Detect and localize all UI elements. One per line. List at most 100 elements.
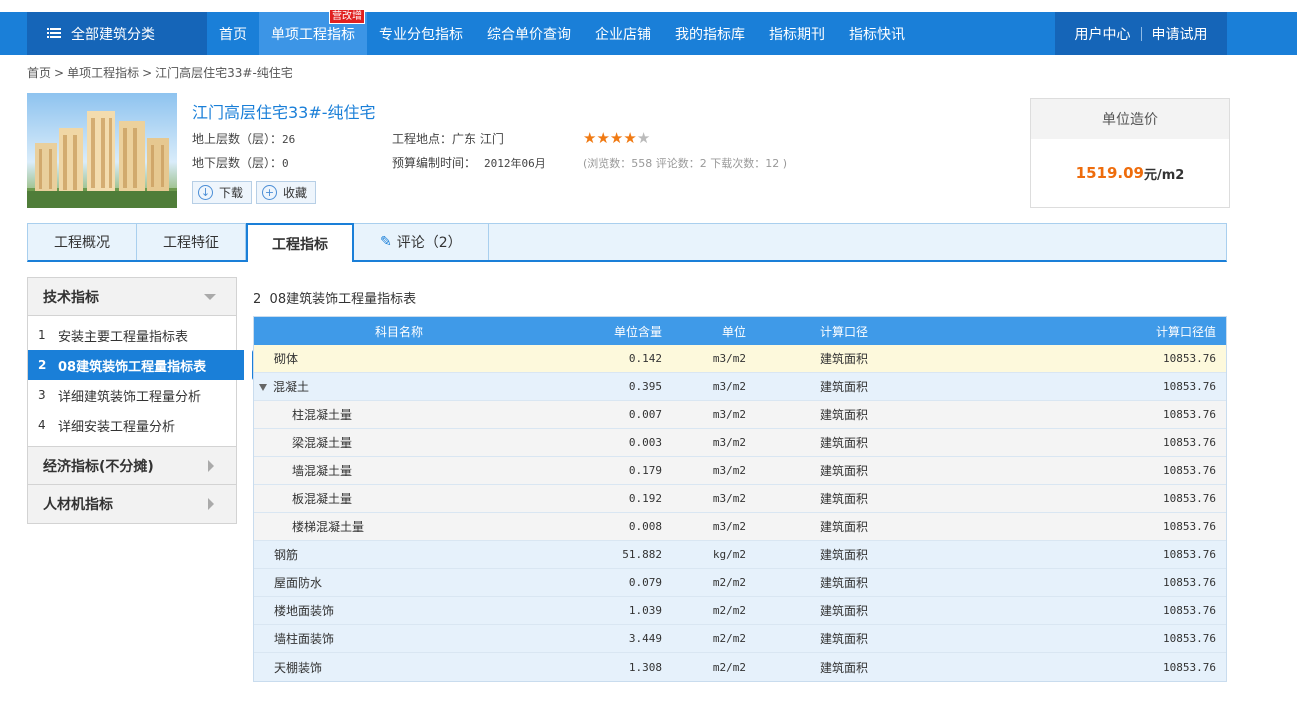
cell-value: 10853.76 xyxy=(1163,632,1216,645)
tech-index-header[interactable]: 技术指标 xyxy=(28,278,236,316)
sidebar-item-2[interactable]: 2 08建筑装饰工程量指标表 xyxy=(28,350,244,380)
cell-name: 屋面防水 xyxy=(254,574,544,591)
nav-badge: 营改增 xyxy=(329,9,365,24)
cell-basis: 建筑面积 xyxy=(820,548,869,562)
nav-item-6[interactable]: 指标期刊 xyxy=(757,12,837,55)
cell-value: 10853.76 xyxy=(1163,464,1216,477)
cell-name-text: 楼地面装饰 xyxy=(274,604,335,618)
sidebar-item-4[interactable]: 4 详细安装工程量分析 xyxy=(28,410,236,440)
cell-value: 10853.76 xyxy=(1163,548,1216,561)
table-row[interactable]: 屋面防水 0.079 m2/m2 建筑面积 10853.76 xyxy=(254,569,1226,597)
cell-value: 10853.76 xyxy=(1163,604,1216,617)
table-title-text: 08建筑装饰工程量指标表 xyxy=(269,292,417,307)
nav-item-4[interactable]: 企业店铺 xyxy=(583,12,663,55)
star-icon: ★ xyxy=(623,129,637,147)
nav-item-7[interactable]: 指标快讯 xyxy=(837,12,917,55)
tab-label: 评论（2） xyxy=(396,235,462,251)
cell-unit: m3/m2 xyxy=(712,464,746,477)
table-row[interactable]: 墙混凝土量 0.179 m3/m2 建筑面积 10853.76 xyxy=(254,457,1226,485)
nav-item-5[interactable]: 我的指标库 xyxy=(663,12,757,55)
expand-triangle-icon[interactable] xyxy=(259,384,267,391)
chevron-down-icon xyxy=(204,294,216,300)
below-floors: 地下层数（层）：0 xyxy=(192,154,289,171)
nav-item-label: 指标快讯 xyxy=(849,26,905,43)
cell-name: 混凝土 xyxy=(254,378,544,395)
cell-unit: kg/m2 xyxy=(712,548,746,561)
sidebar-item-1[interactable]: 1 安装主要工程量指标表 xyxy=(28,320,236,350)
cell-name: 墙柱面装饰 xyxy=(254,630,544,647)
nav-item-2[interactable]: 专业分包指标 xyxy=(367,12,475,55)
breadcrumb-home[interactable]: 首页 xyxy=(27,66,51,80)
table-row[interactable]: 板混凝土量 0.192 m3/m2 建筑面积 10853.76 xyxy=(254,485,1226,513)
cell-name: 天棚装饰 xyxy=(254,659,544,676)
favorite-label: 收藏 xyxy=(283,186,308,200)
pencil-icon: ✎ xyxy=(380,234,392,250)
tab-1[interactable]: 工程特征 xyxy=(137,224,246,260)
cell-name-text: 钢筋 xyxy=(274,548,299,562)
unit-price-box: 单位造价 1519.09 元/m2 xyxy=(1030,98,1230,208)
all-categories-button[interactable]: 全部建筑分类 xyxy=(27,12,207,55)
tab-2[interactable]: 工程指标 xyxy=(246,223,354,262)
tech-index-label: 技术指标 xyxy=(43,289,99,306)
sidebar-item-num: 1 xyxy=(38,328,46,342)
material-index-header[interactable]: 人材机指标 xyxy=(28,485,236,523)
table-row[interactable]: 天棚装饰 1.308 m2/m2 建筑面积 10853.76 xyxy=(254,653,1226,681)
cell-name-text: 砌体 xyxy=(274,352,299,366)
cell-basis: 建筑面积 xyxy=(820,352,869,366)
cell-basis: 建筑面积 xyxy=(820,492,869,506)
breadcrumb-current: 江门高层住宅33#-纯住宅 xyxy=(155,66,293,80)
econ-index-header[interactable]: 经济指标(不分摊) xyxy=(28,447,236,485)
cell-basis: 建筑面积 xyxy=(820,604,869,618)
cell-qty: 0.007 xyxy=(628,408,662,421)
tab-3[interactable]: ✎ 评论（2） xyxy=(354,224,489,260)
sidebar-item-num: 2 xyxy=(38,358,47,372)
all-categories-label: 全部建筑分类 xyxy=(71,26,155,43)
table-row[interactable]: 钢筋 51.882 kg/m2 建筑面积 10853.76 xyxy=(254,541,1226,569)
project-title[interactable]: 江门高层住宅33#-纯住宅 xyxy=(192,99,376,123)
table-row[interactable]: 柱混凝土量 0.007 m3/m2 建筑面积 10853.76 xyxy=(254,401,1226,429)
sidebar-item-num: 4 xyxy=(38,418,46,432)
user-center-link[interactable]: 用户中心 xyxy=(1075,24,1131,44)
tab-label: 工程指标 xyxy=(272,236,328,253)
download-button[interactable]: ↓ 下载 xyxy=(192,181,253,204)
above-floors-label: 地上层数（层）： xyxy=(192,132,283,146)
cell-qty: 0.142 xyxy=(628,352,662,365)
table-row[interactable]: 梁混凝土量 0.003 m3/m2 建筑面积 10853.76 xyxy=(254,429,1226,457)
nav-item-0[interactable]: 首页 xyxy=(207,12,259,55)
table-row[interactable]: 混凝土 0.395 m3/m2 建筑面积 10853.76 xyxy=(254,373,1226,401)
table-row[interactable]: 楼地面装饰 1.039 m2/m2 建筑面积 10853.76 xyxy=(254,597,1226,625)
rating-stars: ★★★★★ xyxy=(583,129,650,147)
location-label: 工程地点： xyxy=(392,132,453,146)
cell-qty: 3.449 xyxy=(628,632,662,645)
cell-unit: m3/m2 xyxy=(712,492,746,505)
below-floors-value: 0 xyxy=(282,157,289,170)
main-nav: 首页 单项工程指标 营改增 专业分包指标 综合单价查询 企业店铺 我的指标库 指标期刊 指标快讯 xyxy=(207,9,917,55)
cell-qty: 0.179 xyxy=(628,464,662,477)
cell-qty: 51.882 xyxy=(622,548,662,561)
apply-trial-link[interactable]: 申请试用 xyxy=(1152,24,1208,44)
table-row[interactable]: 砌体 0.142 m3/m2 建筑面积 10853.76 xyxy=(254,345,1226,373)
index-sidebar: 技术指标 1 安装主要工程量指标表 2 08建筑装饰工程量指标表 3 详细建筑装饰工程量分… xyxy=(27,277,244,524)
budget-time: 预算编制时间： 2012年06月 xyxy=(392,154,546,171)
tab-0[interactable]: 工程概况 xyxy=(28,224,137,260)
cell-name: 梁混凝土量 xyxy=(254,434,544,451)
breadcrumb-section[interactable]: 单项工程指标 xyxy=(67,66,139,80)
chevron-right-icon xyxy=(208,460,214,472)
breadcrumb: 首页 > 单项工程指标 > 江门高层住宅33#-纯住宅 xyxy=(27,64,293,81)
nav-item-1[interactable]: 单项工程指标 营改增 xyxy=(259,9,367,55)
table-row[interactable]: 楼梯混凝土量 0.008 m3/m2 建筑面积 10853.76 xyxy=(254,513,1226,541)
cell-unit: m2/m2 xyxy=(712,604,746,617)
project-location: 工程地点：广东 江门 xyxy=(392,130,504,147)
sidebar-item-3[interactable]: 3 详细建筑装饰工程量分析 xyxy=(28,380,236,410)
cell-value: 10853.76 xyxy=(1163,408,1216,421)
cell-name: 墙混凝土量 xyxy=(254,462,544,479)
sidebar-item-label: 详细建筑装饰工程量分析 xyxy=(58,389,202,405)
cell-qty: 1.308 xyxy=(628,660,662,674)
top-nav-bar: 全部建筑分类 首页 单项工程指标 营改增 专业分包指标 综合单价查询 企业店铺 我的指标库 指… xyxy=(0,9,1297,55)
col-header-name: 科目名称 xyxy=(374,324,423,339)
nav-item-3[interactable]: 综合单价查询 xyxy=(475,12,583,55)
project-tabs: 工程概况 工程特征 工程指标 ✎ 评论（2） xyxy=(27,223,1227,262)
favorite-button[interactable]: + 收藏 xyxy=(256,181,317,204)
table-row[interactable]: 墙柱面装饰 3.449 m2/m2 建筑面积 10853.76 xyxy=(254,625,1226,653)
col-header-basis: 计算口径 xyxy=(820,324,869,339)
